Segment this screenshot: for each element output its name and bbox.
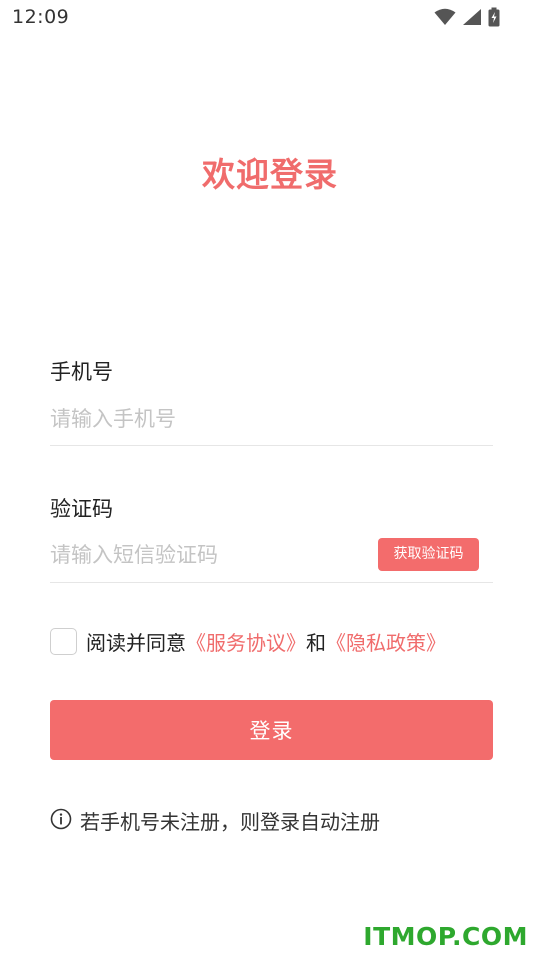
phone-divider (50, 445, 493, 446)
agreement-prefix: 阅读并同意 (86, 630, 186, 655)
status-bar: 12:09 (0, 0, 540, 36)
privacy-policy-link[interactable]: 《隐私政策》 (326, 627, 446, 656)
cell-signal-icon (462, 8, 482, 26)
agreement-connector: 和 (306, 630, 326, 655)
get-code-button[interactable]: 获取验证码 (378, 538, 479, 571)
code-divider (50, 582, 493, 583)
phone-input[interactable] (50, 399, 493, 439)
agreement-checkbox[interactable] (50, 627, 77, 655)
info-circle-icon (50, 808, 80, 834)
register-hint: 若手机号未注册，则登录自动注册 (50, 806, 380, 835)
page-title: 欢迎登录 (202, 155, 338, 194)
status-time: 12:09 (12, 6, 70, 28)
verification-code-input[interactable] (50, 535, 370, 575)
login-button[interactable]: 登录 (50, 700, 493, 760)
battery-charging-icon (488, 7, 500, 27)
service-agreement-link[interactable]: 《服务协议》 (186, 627, 306, 656)
code-label: 验证码 (50, 497, 113, 521)
agreement-row: 阅读并同意 《服务协议》 和 《隐私政策》 (50, 627, 446, 655)
register-hint-text: 若手机号未注册，则登录自动注册 (80, 810, 380, 834)
wifi-icon (434, 8, 456, 26)
status-icons (434, 7, 500, 27)
watermark-logo: ITMOP.COM (363, 922, 528, 951)
phone-label: 手机号 (50, 360, 113, 384)
